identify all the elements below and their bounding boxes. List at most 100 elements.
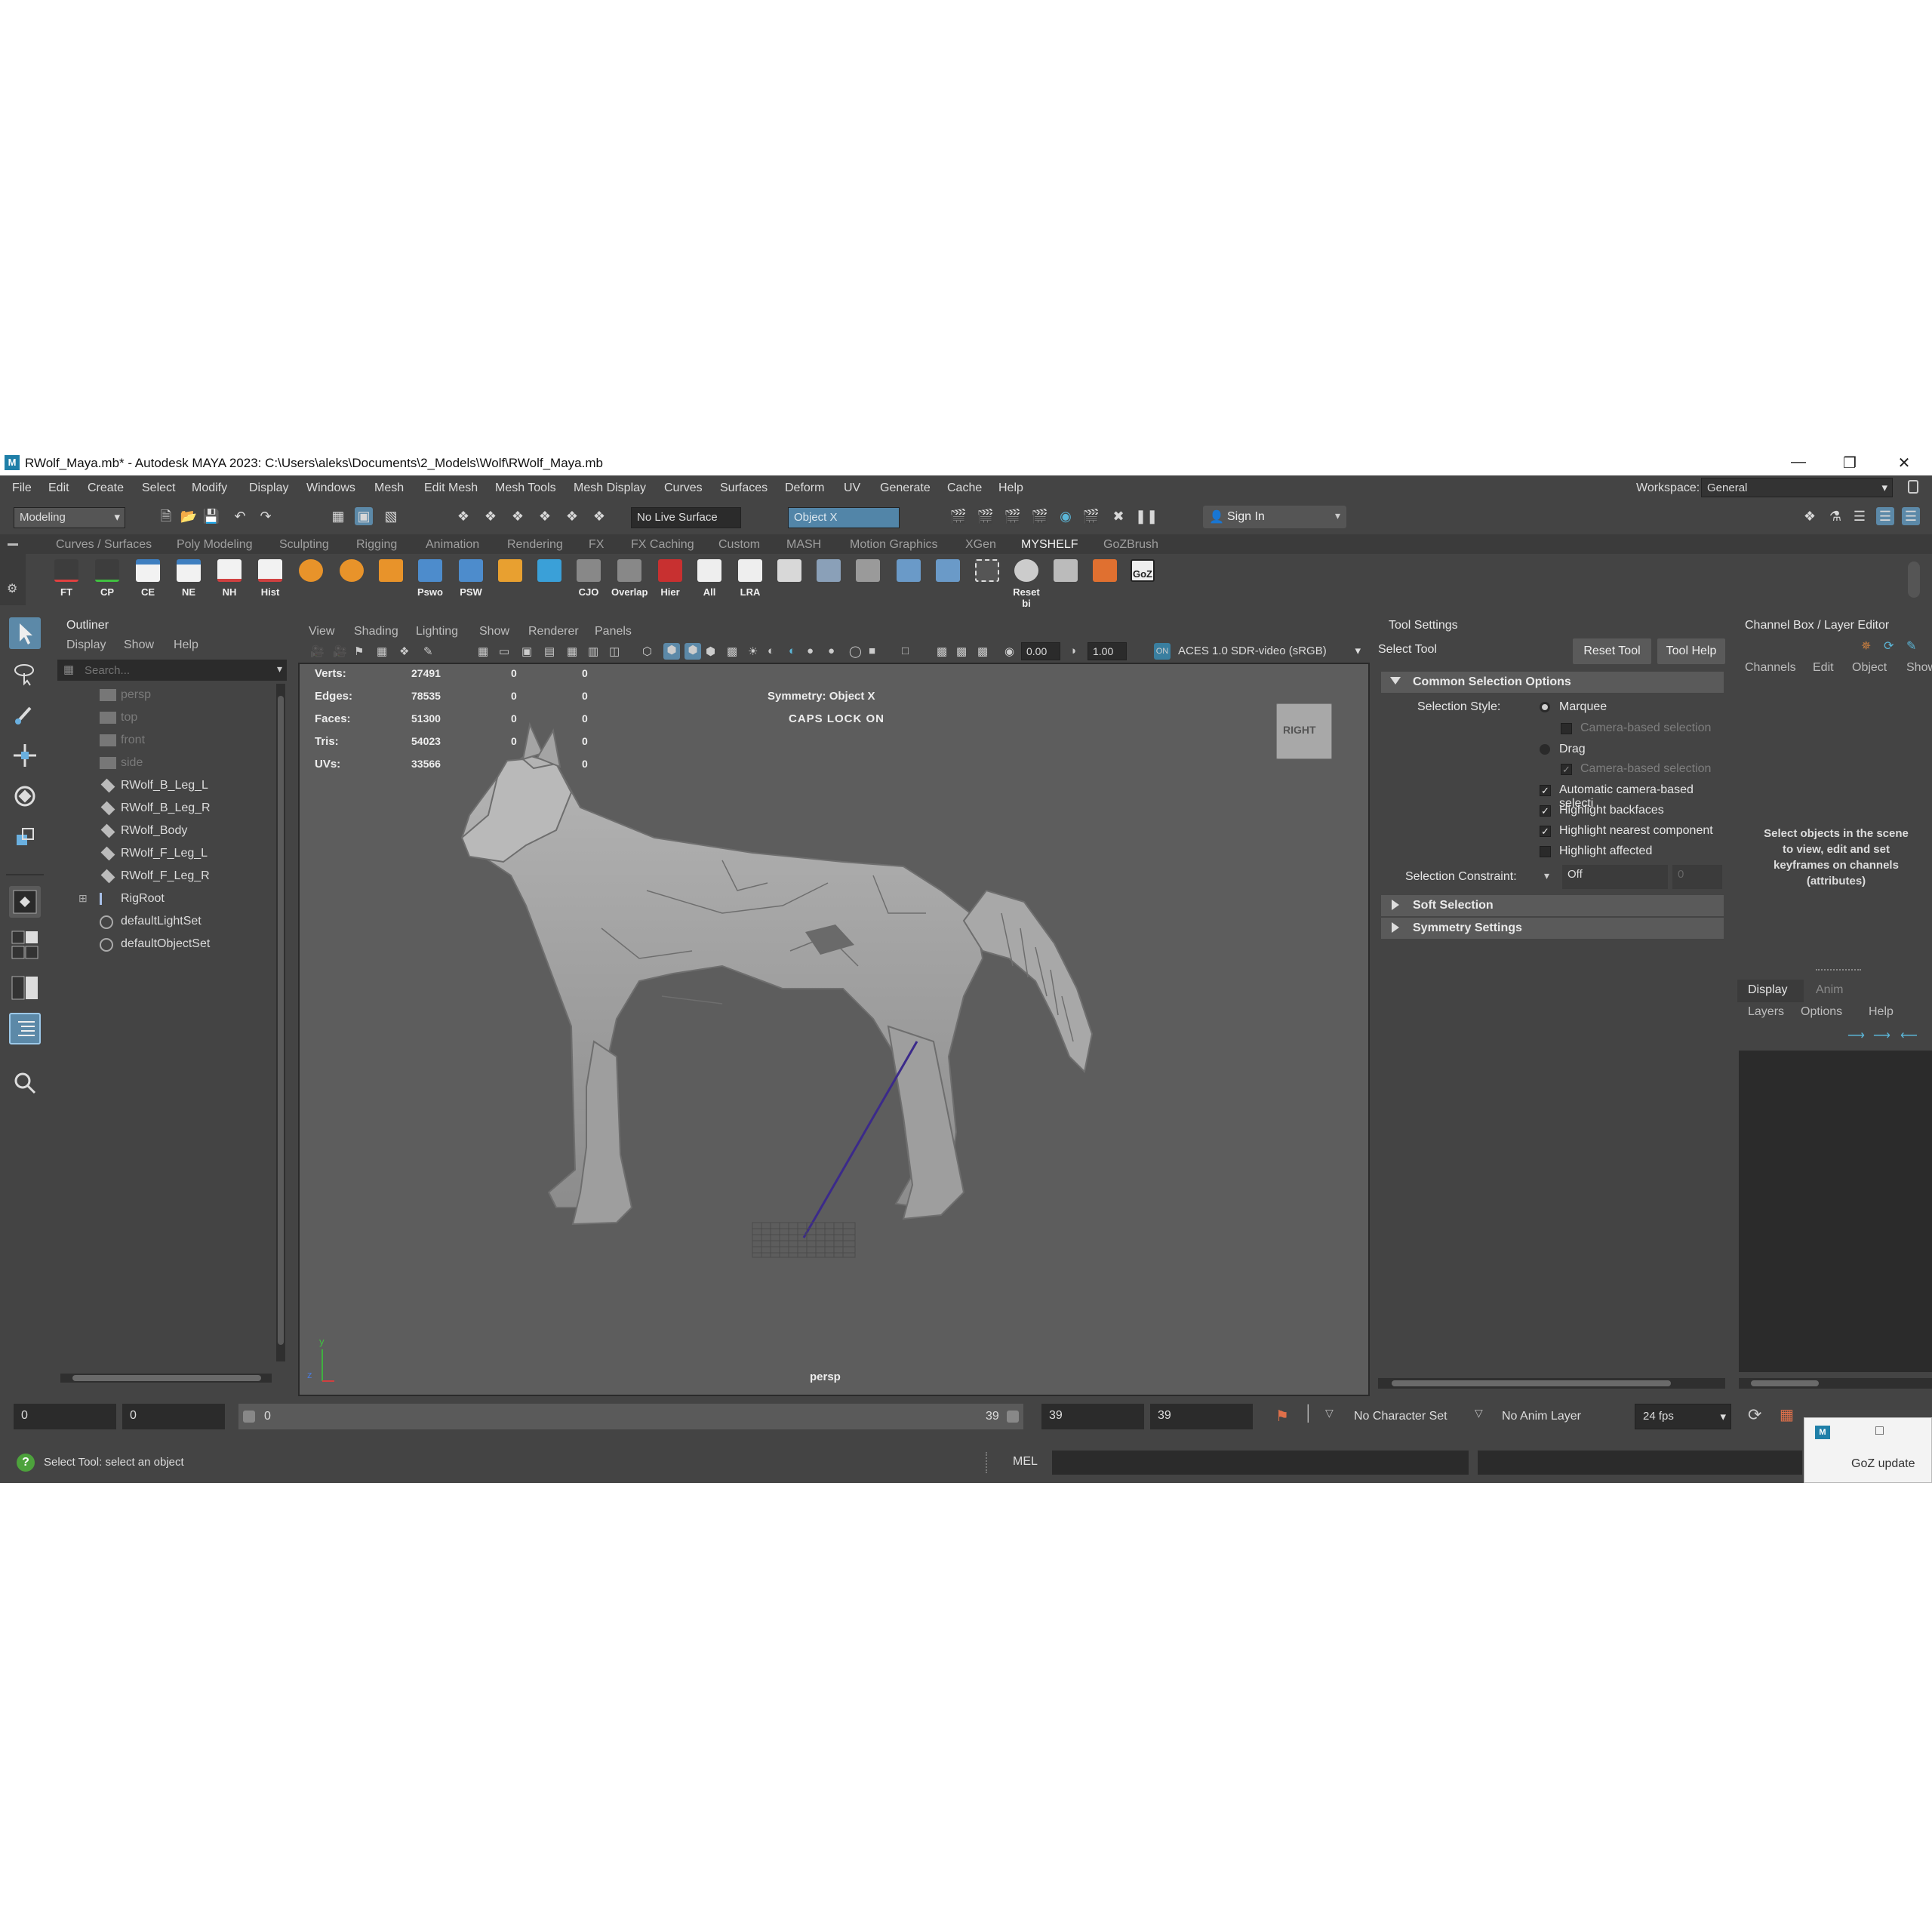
shelf-tab-myshelf[interactable]: MYSHELF — [1021, 538, 1078, 552]
outliner-horizontal-scrollbar[interactable] — [60, 1374, 272, 1383]
move-tool-icon[interactable] — [9, 740, 41, 771]
shelf-tab-mash[interactable]: MASH — [786, 538, 821, 552]
gamma-field[interactable]: 1.00 — [1088, 642, 1127, 660]
outliner-menu-help[interactable]: Help — [174, 638, 198, 652]
resolution-gate-icon[interactable]: ▣ — [521, 645, 532, 658]
outliner-item-side[interactable]: side — [53, 752, 272, 774]
field-chart-icon[interactable]: ▦ — [567, 645, 577, 658]
outliner-search[interactable]: ▦ ▾ — [57, 660, 287, 681]
bookmark-icon[interactable]: ⚑ — [354, 645, 364, 658]
shelf-tab-motion-graphics[interactable]: Motion Graphics — [850, 538, 938, 552]
shelf-button-orange-1[interactable] — [293, 558, 329, 600]
playback-start-field[interactable]: 0 — [122, 1404, 225, 1429]
close-button[interactable]: ✕ — [1893, 454, 1915, 472]
shelf-button-ne[interactable]: NE — [171, 558, 207, 600]
chevron-down-icon[interactable]: ▽ — [1475, 1407, 1483, 1420]
menu-help[interactable]: Help — [998, 481, 1023, 495]
selection-constraint-dropdown[interactable]: Off — [1562, 865, 1668, 889]
menu-windows[interactable]: Windows — [306, 481, 355, 495]
menu-deform[interactable]: Deform — [785, 481, 824, 495]
shelf-tab-gozbrush[interactable]: GoZBrush — [1103, 538, 1158, 552]
chevron-down-icon[interactable]: ▽ — [1325, 1407, 1334, 1420]
shelf-button-hist[interactable]: Hist — [252, 558, 288, 600]
symmetry-field[interactable]: Object X — [788, 507, 900, 528]
default-material-icon[interactable]: ⬢ — [706, 645, 715, 658]
layer-menu-options[interactable]: Options — [1801, 1005, 1842, 1019]
sign-in-button[interactable]: 👤 Sign In ▾ — [1203, 506, 1346, 528]
viewport-persp[interactable]: Verts: 27491 0 0 Edges: 78535 0 0 Faces: 51300 0… — [298, 663, 1370, 1396]
shelf-tab-animation[interactable]: Animation — [426, 538, 479, 552]
outliner-menu-display[interactable]: Display — [66, 638, 106, 652]
shelf-tab-rendering[interactable]: Rendering — [507, 538, 563, 552]
shelf-tab-poly-modeling[interactable]: Poly Modeling — [177, 538, 253, 552]
select-component-icon[interactable]: ▧ — [382, 507, 400, 525]
grease-pencil-icon[interactable]: ✎ — [423, 645, 433, 658]
tool-settings-icon[interactable]: ☰ — [1876, 507, 1894, 525]
camera-select-icon[interactable]: 🎥 — [310, 645, 325, 658]
four-view-layout-icon[interactable] — [9, 928, 41, 963]
snap-surface-icon[interactable]: ❖ — [563, 507, 581, 525]
shadows-icon[interactable]: ◐ — [768, 645, 774, 657]
menu-file[interactable]: File — [12, 481, 32, 495]
grid-icon[interactable]: ▦ — [478, 645, 488, 658]
tool-help-button[interactable]: Tool Help — [1657, 638, 1725, 664]
shelf-button-cp[interactable]: CP — [89, 558, 125, 600]
highlight-affected-checkbox[interactable] — [1540, 846, 1551, 857]
scrollbar-thumb[interactable] — [72, 1375, 261, 1381]
menu-edit[interactable]: Edit — [48, 481, 69, 495]
exposure-field[interactable]: 0.00 — [1021, 642, 1060, 660]
wireframe-on-shaded-icon[interactable]: ⬢ — [685, 643, 701, 660]
fps-dropdown[interactable]: 24 fps ▾ — [1635, 1404, 1731, 1429]
new-layer-icon[interactable]: ⟶ — [1847, 1028, 1865, 1043]
viewport-menu-shading[interactable]: Shading — [354, 625, 398, 638]
hypershade-icon[interactable]: ◉ — [1057, 507, 1075, 525]
marquee-radio[interactable] — [1540, 702, 1550, 712]
shelf-button-frame[interactable] — [969, 558, 1005, 600]
motion-blur-icon[interactable]: ● — [828, 645, 835, 657]
wireframe-icon[interactable]: ⬡ — [642, 645, 652, 658]
gate-mask-icon[interactable]: ▤ — [544, 645, 555, 658]
expand-icon[interactable]: ⊞ — [78, 892, 88, 905]
goz-update-window[interactable]: M □ GoZ update — [1804, 1417, 1932, 1483]
snap-grid-icon[interactable]: ❖ — [454, 507, 472, 525]
key-prefs-icon[interactable]: │ — [1304, 1405, 1314, 1423]
safe-title-icon[interactable]: ◫ — [609, 645, 620, 658]
safe-action-icon[interactable]: ▥ — [588, 645, 598, 658]
viewport-menu-renderer[interactable]: Renderer — [528, 625, 579, 638]
viewport-menu-show[interactable]: Show — [479, 625, 509, 638]
menu-mesh-tools[interactable]: Mesh Tools — [495, 481, 556, 495]
lights-icon[interactable]: ☀ — [748, 645, 758, 658]
layer-tab-display[interactable]: Display — [1737, 980, 1804, 1002]
animation-end-field[interactable]: 39 — [1150, 1404, 1253, 1429]
shelf-button-pswo[interactable]: Pswo — [412, 558, 448, 600]
select-object-icon[interactable]: ▣ — [355, 507, 373, 525]
open-scene-icon[interactable]: 📂 — [180, 507, 198, 525]
pivot-icon[interactable]: ❖ — [399, 645, 409, 658]
shelf-button-goz[interactable]: GoZ — [1124, 558, 1161, 600]
smooth-shade-icon[interactable]: ⬢ — [663, 643, 680, 660]
reset-tool-button[interactable]: Reset Tool — [1573, 638, 1651, 664]
animation-start-field[interactable]: 0 — [14, 1404, 116, 1429]
anim-prefs-icon[interactable]: ▦ — [1780, 1405, 1794, 1424]
range-slider[interactable]: 0 39 — [238, 1404, 1023, 1429]
xray-active-icon[interactable]: ▩ — [956, 645, 967, 658]
layer-options-icon[interactable]: ⟵ — [1900, 1028, 1918, 1043]
scrollbar-thumb[interactable] — [1392, 1380, 1671, 1386]
shelf-button-blocks[interactable] — [492, 558, 528, 600]
mel-label[interactable]: MEL — [1013, 1455, 1038, 1469]
shelf-tab-curves-surfaces[interactable]: Curves / Surfaces — [56, 538, 152, 552]
shelf-scrollbar[interactable] — [1908, 561, 1920, 598]
shelf-button-swatch[interactable] — [1087, 558, 1123, 600]
menuset-dropdown[interactable]: Modeling ▾ — [14, 507, 125, 528]
viewport-menu-view[interactable]: View — [309, 625, 334, 638]
colorspace-dropdown[interactable]: ACES 1.0 SDR-video (sRGB) ▾ — [1174, 642, 1362, 660]
ipr-render-icon[interactable]: 🎬 — [1004, 507, 1022, 525]
shelf-button-copy[interactable] — [771, 558, 808, 600]
shelf-tab-custom[interactable]: Custom — [718, 538, 760, 552]
snap-curve-icon[interactable]: ❖ — [481, 507, 500, 525]
symmetry-settings-header[interactable]: Symmetry Settings — [1381, 918, 1724, 939]
auto-camera-checkbox[interactable]: ✓ — [1540, 785, 1551, 796]
new-layer-selected-icon[interactable]: ⟶ — [1873, 1028, 1890, 1043]
menu-surfaces[interactable]: Surfaces — [720, 481, 768, 495]
shelf-button-grid[interactable] — [811, 558, 847, 600]
